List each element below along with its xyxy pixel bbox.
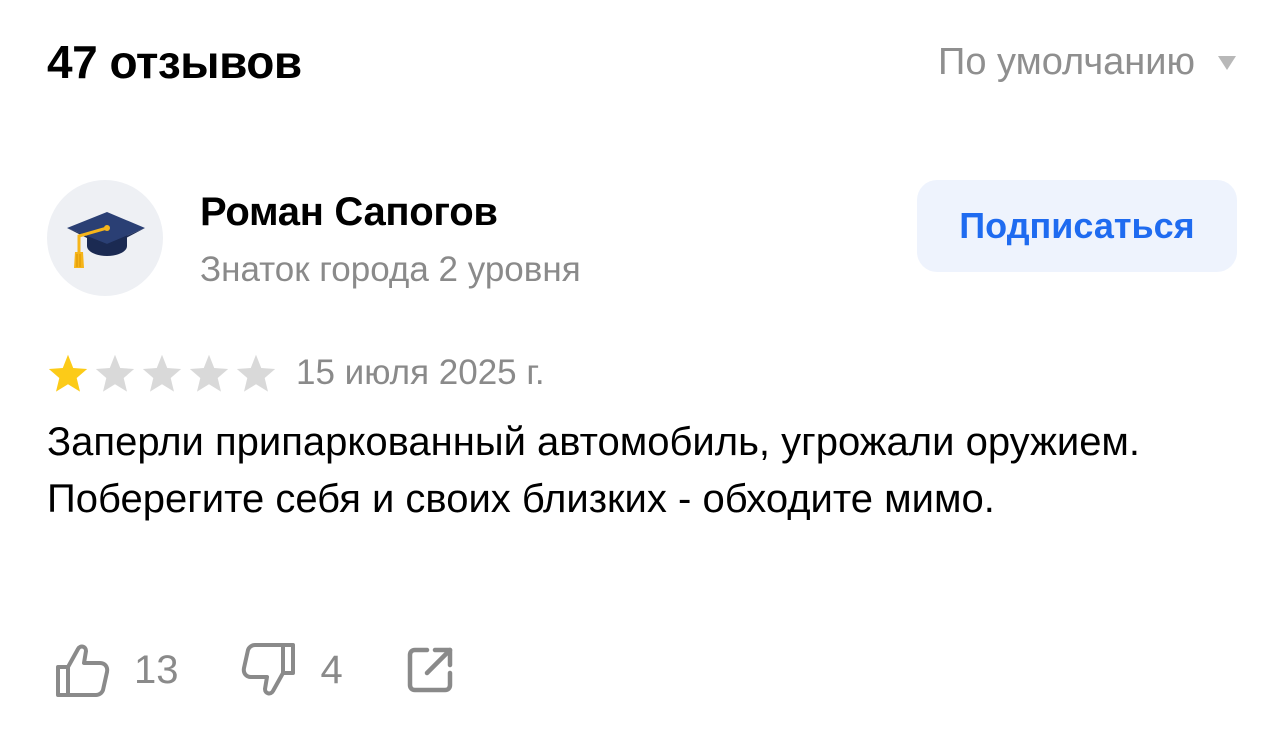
review-actions: 13 4 — [54, 640, 455, 700]
avatar[interactable] — [47, 180, 163, 296]
share-icon — [407, 647, 452, 693]
thumbs-up-icon — [56, 644, 110, 697]
reviews-count-title: 47 отзывов — [47, 36, 302, 88]
reviews-header: 47 отзывов По умолчанию — [47, 32, 1237, 96]
star-icon — [48, 354, 88, 392]
sort-select-label: По умолчанию — [938, 41, 1195, 83]
like-button[interactable]: 13 — [54, 641, 179, 699]
triangle-down-icon — [1218, 55, 1236, 70]
subscribe-button[interactable]: Подписаться — [917, 180, 1237, 272]
star-icon — [142, 354, 182, 392]
like-count: 13 — [134, 647, 179, 692]
graduation-cap-icon — [67, 212, 145, 268]
dislike-button[interactable]: 4 — [241, 641, 343, 699]
author-level: Знаток города 2 уровня — [200, 250, 581, 289]
star-icon — [95, 354, 135, 392]
thumbs-down-icon — [241, 643, 295, 696]
dislike-count: 4 — [320, 647, 343, 692]
star-icon — [236, 354, 276, 392]
star-icon — [189, 354, 229, 392]
review-author: Роман Сапогов Знаток города 2 уровня Под… — [47, 180, 1237, 300]
star-rating — [47, 353, 282, 393]
author-name[interactable]: Роман Сапогов — [200, 190, 498, 235]
review-date: 15 июля 2025 г. — [296, 353, 545, 392]
share-button[interactable] — [405, 645, 455, 695]
review-text: Заперли припаркованный автомобиль, угрож… — [47, 420, 1141, 521]
sort-select[interactable]: По умолчанию — [938, 41, 1237, 84]
rating-row: 15 июля 2025 г. — [47, 348, 545, 398]
